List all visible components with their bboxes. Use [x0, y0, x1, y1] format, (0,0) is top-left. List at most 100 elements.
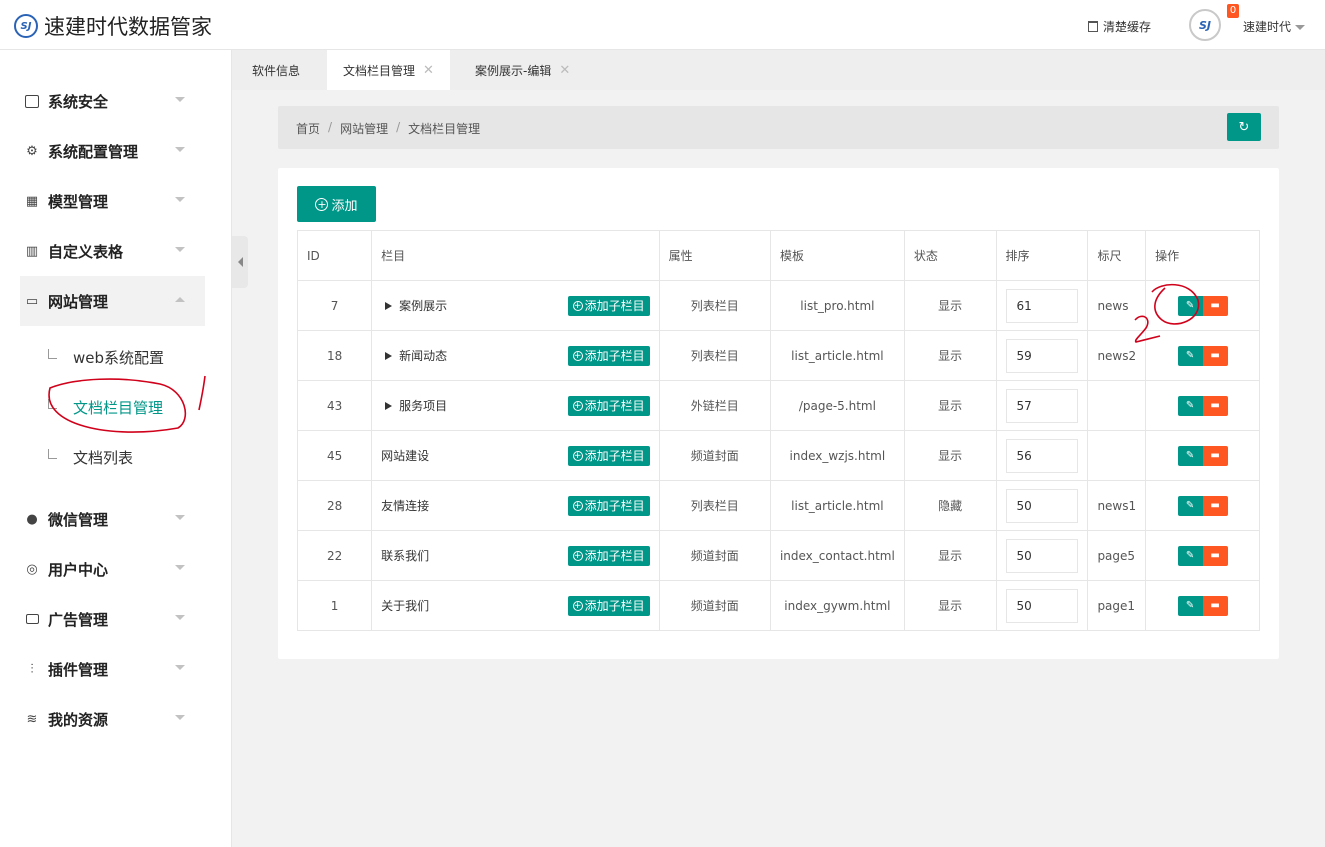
columns-icon: ▥	[25, 243, 39, 259]
edit-button[interactable]: ✎	[1177, 495, 1203, 516]
plus-circle-icon: +	[572, 400, 583, 411]
close-icon[interactable]: ✕	[423, 63, 434, 78]
delete-button[interactable]: ▬	[1202, 495, 1228, 516]
avatar[interactable]: SJ	[1189, 9, 1221, 41]
pencil-icon: ✎	[1185, 600, 1195, 611]
sidebar-collapse-toggle[interactable]	[232, 236, 248, 288]
sidebar-subitem-web-config[interactable]: web系统配置	[48, 337, 188, 377]
tab-label: 文档栏目管理	[343, 63, 416, 78]
trash-icon	[1088, 21, 1098, 32]
cell-attr: 频道封面	[658, 580, 771, 631]
delete-button[interactable]: ▬	[1202, 445, 1228, 466]
cell-name: 新闻动态 + 添加子栏目	[371, 330, 660, 381]
tab-software-info[interactable]: 软件信息	[236, 50, 316, 90]
clear-cache-button[interactable]: 清楚缓存	[1088, 18, 1151, 35]
table-row: 45网站建设+添加子栏目频道封面index_wzjs.html显示✎▬	[296, 430, 1260, 481]
table-row: 28 友情连接 +添加子栏目列表栏目list_article.html隐藏 news1…	[296, 480, 1260, 531]
add-subcolumn-button[interactable]: + 添加子栏目	[567, 595, 650, 616]
add-subcolumn-button[interactable]: + 添加子栏目	[567, 395, 650, 416]
sidebar-subitem-doc-columns[interactable]: 文档栏目管理	[48, 387, 188, 427]
sidebar-item-model[interactable]: ▦ 模型管理	[20, 176, 205, 226]
expand-icon[interactable]	[385, 401, 393, 410]
sidebar-item-custom-table[interactable]: ▥ 自定义表格	[20, 226, 205, 276]
add-button[interactable]: + 添加	[297, 186, 376, 222]
delete-button[interactable]: ▬	[1202, 395, 1228, 416]
chevron-down-icon	[175, 665, 185, 670]
breadcrumb-current: 文档栏目管理	[408, 122, 481, 136]
sidebar-item-label: 系统安全	[48, 92, 109, 111]
column-name: 关于我们	[381, 599, 430, 613]
cell-attr: 列表栏目	[658, 330, 771, 381]
plus-circle-icon: +	[572, 550, 583, 561]
sidebar-item-ads[interactable]: 广告管理	[20, 594, 205, 644]
table-row: 43服务项目+添加子栏目外链栏目/page-5.html显示✎▬	[296, 380, 1260, 431]
chevron-down-icon	[175, 197, 185, 202]
edit-button[interactable]: ✎	[1177, 345, 1203, 366]
cell-sort	[995, 280, 1089, 331]
tab-doc-columns[interactable]: 文档栏目管理 ✕	[327, 50, 450, 90]
plus-circle-icon: +	[572, 350, 583, 361]
sidebar-item-label: 系统配置管理	[48, 142, 139, 161]
refresh-button[interactable]: ↻	[1227, 113, 1261, 141]
cell-status: 显示	[903, 580, 997, 631]
delete-button[interactable]: ▬	[1202, 295, 1228, 316]
delete-button[interactable]: ▬	[1202, 545, 1228, 566]
cell-name: 案例展示 + 添加子栏目	[371, 280, 660, 331]
sort-input[interactable]	[1005, 388, 1078, 423]
cell-id: 22	[296, 530, 373, 581]
sort-input[interactable]	[1005, 338, 1078, 373]
delete-button[interactable]: ▬	[1202, 345, 1228, 366]
cell-status: 显示	[903, 530, 997, 581]
sort-input[interactable]	[1005, 488, 1078, 523]
trash-icon: ▬	[1210, 400, 1220, 411]
breadcrumb: 首页 / 网站管理 / 文档栏目管理	[296, 120, 480, 137]
sort-input[interactable]	[1005, 288, 1078, 323]
edit-button[interactable]: ✎	[1177, 595, 1203, 616]
add-subcolumn-button[interactable]: + 添加子栏目	[567, 545, 650, 566]
expand-icon[interactable]	[385, 351, 393, 360]
tab-label: 案例展示-编辑	[475, 63, 552, 78]
cell-sort	[995, 330, 1089, 381]
logo-mark-icon: SJ	[14, 14, 38, 38]
sidebar-item-label: 用户中心	[48, 560, 109, 579]
sidebar-item-system-config[interactable]: ⚙ 系统配置管理	[20, 126, 205, 176]
table-header-cell: 操作	[1145, 230, 1260, 281]
tab-case-edit[interactable]: 案例展示-编辑 ✕	[459, 50, 586, 90]
sidebar-item-system-security[interactable]: 系统安全	[20, 76, 205, 126]
app-logo[interactable]: SJ 速建时代数据管家	[14, 11, 212, 41]
user-menu[interactable]: 速建时代	[1243, 18, 1306, 35]
expand-icon[interactable]	[385, 301, 393, 310]
sidebar-subitem-doc-list[interactable]: 文档列表	[48, 437, 188, 477]
edit-button[interactable]: ✎	[1177, 445, 1203, 466]
pencil-icon: ✎	[1185, 400, 1195, 411]
cell-status: 显示	[903, 280, 997, 331]
chevron-down-icon	[175, 247, 185, 252]
add-subcolumn-button[interactable]: + 添加子栏目	[567, 345, 650, 366]
cell-id: 45	[296, 430, 373, 481]
edit-button[interactable]: ✎	[1177, 395, 1203, 416]
breadcrumb-home[interactable]: 首页	[296, 120, 320, 137]
sidebar-item-label: 网站管理	[48, 292, 109, 311]
edit-button[interactable]: ✎	[1177, 545, 1203, 566]
sidebar-item-user-center[interactable]: ◎ 用户中心	[20, 544, 205, 594]
delete-button[interactable]: ▬	[1202, 595, 1228, 616]
add-button-label: 添加	[331, 198, 358, 214]
sidebar-item-plugins[interactable]: ⫶ 插件管理	[20, 644, 205, 694]
sort-input[interactable]	[1005, 538, 1078, 573]
plus-circle-icon: +	[572, 500, 583, 511]
add-subcolumn-button[interactable]: + 添加子栏目	[567, 295, 650, 316]
add-subcolumn-button[interactable]: + 添加子栏目	[567, 495, 650, 516]
cell-mark	[1087, 380, 1147, 431]
cell-id: 28	[296, 480, 373, 531]
edit-button[interactable]: ✎	[1177, 295, 1203, 316]
close-icon[interactable]: ✕	[559, 63, 570, 78]
sidebar-item-wechat[interactable]: ● 微信管理	[20, 494, 205, 544]
plus-circle-icon: +	[315, 197, 329, 211]
sidebar-item-resources[interactable]: ≋ 我的资源	[20, 694, 205, 744]
sort-input[interactable]	[1005, 438, 1078, 473]
breadcrumb-website[interactable]: 网站管理	[340, 120, 388, 137]
sort-input[interactable]	[1005, 588, 1078, 623]
breadcrumb-separator: /	[328, 120, 333, 134]
sidebar-item-website[interactable]: ▭ 网站管理	[20, 276, 205, 326]
add-subcolumn-button[interactable]: + 添加子栏目	[567, 445, 650, 466]
